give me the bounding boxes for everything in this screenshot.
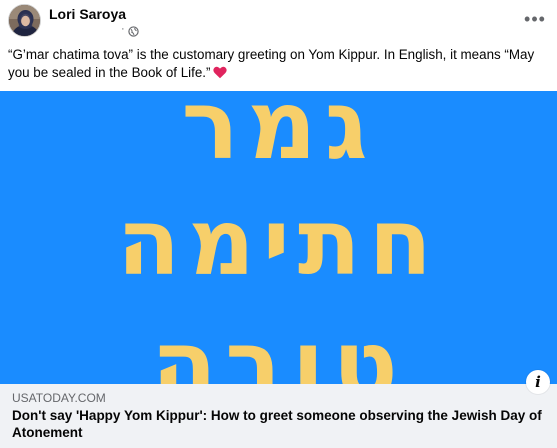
facebook-post: Lori Saroya · ••• “G’mar chatima tova” i… [0,0,557,448]
hebrew-line-1: גמר [181,91,376,181]
red-heart-icon [213,66,228,84]
caption-text: “G’mar chatima tova” is the customary gr… [8,47,535,80]
avatar-image [9,5,40,36]
link-title[interactable]: Don't say 'Happy Yom Kippur': How to gre… [12,407,547,441]
link-source: USATODAY.COM [12,391,106,405]
author-avatar[interactable] [8,4,41,37]
link-preview-footer[interactable]: USATODAY.COM Don't say 'Happy Yom Kippur… [0,384,557,448]
post-caption: “G’mar chatima tova” is the customary gr… [8,46,553,84]
hebrew-line-3: טובה [151,309,406,384]
meta-separator: · [121,23,125,35]
link-preview-image[interactable]: גמר חתימה טובה [0,91,557,384]
globe-icon[interactable] [127,24,139,37]
author-name[interactable]: Lori Saroya [49,5,126,23]
hebrew-line-2: חתימה [117,189,440,296]
post-header: Lori Saroya · ••• [0,0,557,44]
post-meta: · [121,22,139,37]
more-options-button[interactable]: ••• [518,6,552,32]
info-icon[interactable]: i [526,370,550,394]
